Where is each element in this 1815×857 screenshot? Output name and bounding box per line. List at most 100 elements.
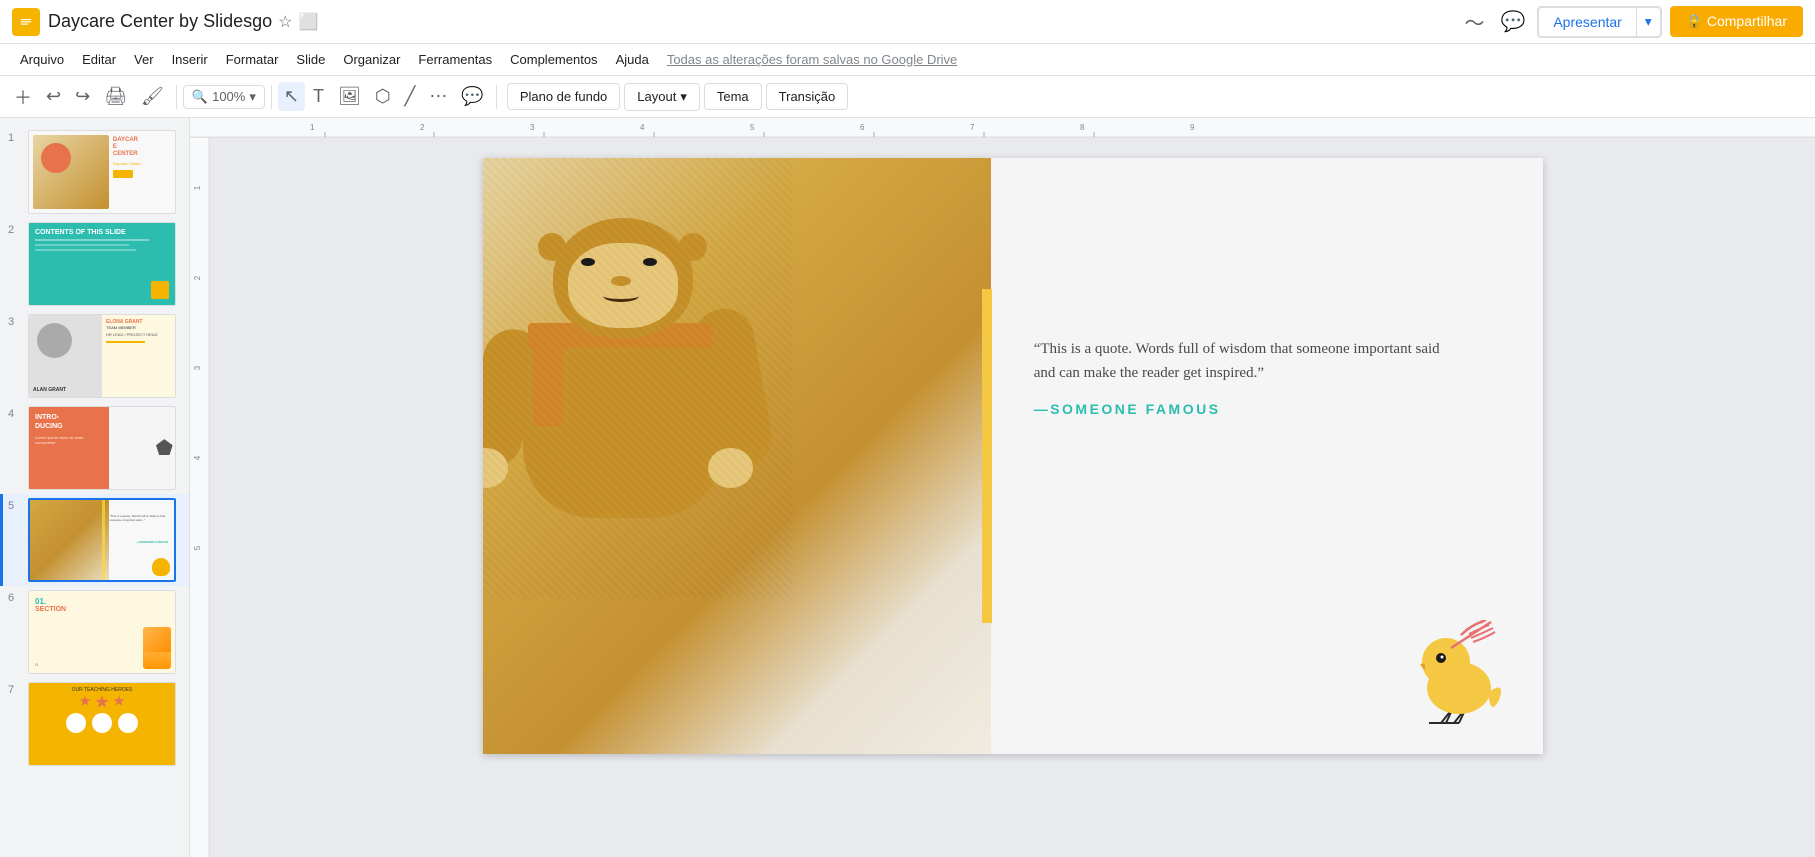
shape-tool[interactable]: ⬡	[369, 82, 397, 111]
divider-1	[176, 85, 177, 109]
slide-item-3[interactable]: 3 ALAN GRANT ELONA GRANT TEAM MEMBER HR …	[0, 310, 189, 402]
slide-panel: 1 DAYCARECENTER Daycare Center 2 CONT	[0, 118, 190, 857]
present-button[interactable]: Apresentar	[1538, 7, 1636, 37]
slide-thumb-6: 01. SECTION ✿	[28, 590, 176, 674]
zoom-dropdown-icon: ▾	[249, 89, 256, 105]
menu-editar[interactable]: Editar	[74, 48, 124, 71]
slide-thumb-5: "This is a quote. Words full of wisdom t…	[28, 498, 176, 582]
divider-3	[496, 85, 497, 109]
slide-thumb-1: DAYCARECENTER Daycare Center	[28, 130, 176, 214]
active-slide-indicator	[0, 494, 3, 586]
saved-message: Todas as alterações foram salvas no Goog…	[667, 52, 957, 67]
slide-canvas[interactable]: “This is a quote. Words full of wisdom t…	[483, 158, 1543, 754]
slide-num-1: 1	[8, 132, 22, 144]
canvas-area: 1 2 3 4 5 6 7 8 9	[190, 118, 1815, 857]
select-tool[interactable]: ↖	[278, 82, 305, 111]
svg-text:9: 9	[1190, 123, 1195, 132]
slide-item-5[interactable]: 5 "This is a quote. Words full of wisdom…	[0, 494, 189, 586]
slide-item-1[interactable]: 1 DAYCARECENTER Daycare Center	[0, 126, 189, 218]
svg-text:5: 5	[193, 545, 202, 550]
slide-thumb-7: OUR TEACHING HEROES	[28, 682, 176, 766]
svg-text:1: 1	[310, 123, 315, 132]
slide-thumb-3: ALAN GRANT ELONA GRANT TEAM MEMBER HR LE…	[28, 314, 176, 398]
slide-thumb-2: CONTENTS OF THIS SLIDE	[28, 222, 176, 306]
svg-text:6: 6	[860, 123, 865, 132]
layout-label: Layout	[637, 89, 676, 104]
more-tools[interactable]: ⋯	[423, 82, 453, 111]
menu-ver[interactable]: Ver	[126, 48, 162, 71]
doc-title[interactable]: Daycare Center by Slidesgo	[48, 11, 272, 32]
menu-arquivo[interactable]: Arquivo	[12, 48, 72, 71]
print-button[interactable]: 🖨	[98, 82, 133, 111]
crochet-texture	[483, 158, 793, 598]
svg-text:4: 4	[193, 455, 202, 460]
menu-organizar[interactable]: Organizar	[335, 48, 408, 71]
slide-thumb-4: INTRO-DUCING Lorem ipsum dolor sit amet …	[28, 406, 176, 490]
horizontal-ruler: 1 2 3 4 5 6 7 8 9	[190, 118, 1815, 138]
quote-author[interactable]: —SOMEONE FAMOUS	[1034, 401, 1458, 417]
zoom-level: 100%	[212, 89, 245, 104]
slide-item-4[interactable]: 4 INTRO-DUCING Lorem ipsum dolor sit ame…	[0, 402, 189, 494]
zoom-control[interactable]: 🔍 100% ▾	[183, 85, 265, 109]
app-icon	[12, 8, 40, 36]
topbar-right: 〜 💬 Apresentar ▾ 🔒 Compartilhar	[1460, 3, 1803, 40]
quote-text[interactable]: “This is a quote. Words full of wisdom t…	[1034, 337, 1458, 385]
slide-canvas-container[interactable]: “This is a quote. Words full of wisdom t…	[210, 138, 1815, 857]
bird-illustration	[1411, 620, 1511, 730]
slide-item-2[interactable]: 2 CONTENTS OF THIS SLIDE	[0, 218, 189, 310]
svg-text:3: 3	[530, 123, 535, 132]
theme-button[interactable]: Tema	[704, 83, 762, 110]
svg-text:2: 2	[420, 123, 425, 132]
slide-num-5: 5	[8, 500, 22, 512]
toolbar: ＋ ↩ ↪ 🖨 🖌 🔍 100% ▾ ↖ T 🖼 ⬡ ╱ ⋯ 💬 Plano d…	[0, 76, 1815, 118]
svg-text:1: 1	[193, 185, 202, 190]
image-tool[interactable]: 🖼	[332, 82, 367, 111]
analytics-icon[interactable]: 〜	[1460, 3, 1488, 40]
vertical-ruler: 1 2 3 4 5	[190, 138, 210, 857]
title-area: Daycare Center by Slidesgo ☆ ⬜	[48, 11, 318, 32]
line-tool[interactable]: ╱	[399, 82, 422, 111]
slide-item-7[interactable]: 7 OUR TEACHING HEROES	[0, 678, 189, 770]
menu-complementos[interactable]: Complementos	[502, 48, 605, 71]
undo-button[interactable]: ↩	[40, 82, 67, 111]
svg-text:5: 5	[750, 123, 755, 132]
main-area: 1 DAYCARECENTER Daycare Center 2 CONT	[0, 118, 1815, 857]
svg-text:3: 3	[193, 365, 202, 370]
share-button[interactable]: 🔒 Compartilhar	[1670, 6, 1803, 37]
add-button[interactable]: ＋	[8, 80, 38, 114]
transition-button[interactable]: Transição	[766, 83, 849, 110]
text-tool[interactable]: T	[307, 82, 330, 111]
slide-num-4: 4	[8, 408, 22, 420]
ruler-svg-v: 1 2 3 4 5	[190, 138, 210, 857]
drive-icon[interactable]: ⬜	[298, 12, 318, 32]
menu-formatar[interactable]: Formatar	[218, 48, 287, 71]
menubar: Arquivo Editar Ver Inserir Formatar Slid…	[0, 44, 1815, 76]
paint-format-button[interactable]: 🖌	[135, 82, 170, 111]
svg-text:2: 2	[193, 275, 202, 280]
present-dropdown-button[interactable]: ▾	[1637, 7, 1661, 37]
star-icon[interactable]: ☆	[278, 12, 292, 32]
ruler-svg-h: 1 2 3 4 5 6 7 8 9	[190, 118, 1815, 138]
quote-area: “This is a quote. Words full of wisdom t…	[1034, 337, 1458, 417]
menu-ajuda[interactable]: Ajuda	[608, 48, 657, 71]
toolbar-actions: Plano de fundo Layout ▾ Tema Transição	[507, 83, 848, 111]
zoom-icon: 🔍	[192, 89, 208, 105]
yellow-accent-bar	[982, 289, 992, 623]
background-button[interactable]: Plano de fundo	[507, 83, 620, 110]
monkey-photo-area	[483, 158, 992, 754]
svg-text:8: 8	[1080, 123, 1085, 132]
slide-num-3: 3	[8, 316, 22, 328]
redo-button[interactable]: ↪	[69, 82, 96, 111]
svg-text:7: 7	[970, 123, 975, 132]
slide-num-6: 6	[8, 592, 22, 604]
add-comment[interactable]: 💬	[455, 82, 489, 111]
layout-button[interactable]: Layout ▾	[624, 83, 700, 111]
menu-inserir[interactable]: Inserir	[164, 48, 216, 71]
bird-svg	[1411, 620, 1511, 725]
slide-num-7: 7	[8, 684, 22, 696]
topbar: Daycare Center by Slidesgo ☆ ⬜ 〜 💬 Apres…	[0, 0, 1815, 44]
chat-icon[interactable]: 💬	[1496, 5, 1529, 38]
menu-slide[interactable]: Slide	[288, 48, 333, 71]
slide-item-6[interactable]: 6 01. SECTION ✿	[0, 586, 189, 678]
menu-ferramentas[interactable]: Ferramentas	[410, 48, 500, 71]
